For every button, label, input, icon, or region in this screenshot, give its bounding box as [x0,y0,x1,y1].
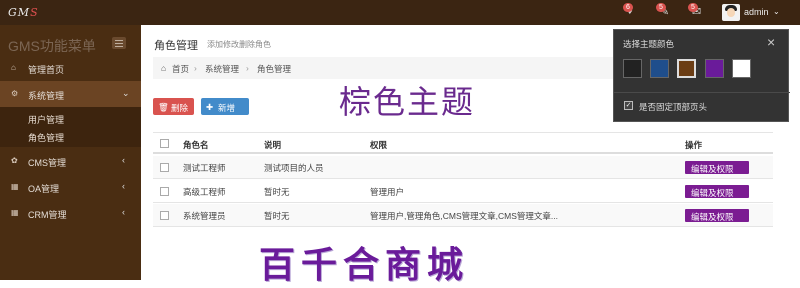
avatar[interactable] [722,4,740,21]
user-name[interactable]: admin [744,7,769,17]
theme-swatch-brown[interactable] [677,59,696,78]
sidebar-title: GMS功能菜单 [8,38,96,54]
sidebar-item-home[interactable]: ⌂ 管理首页 [0,55,141,81]
trash-icon: 🗑 [158,102,169,112]
plus-icon: ✚ [206,102,214,112]
sidebar-toggle-button[interactable] [112,37,126,49]
tasks-icon[interactable]: ✎ 5 [656,3,676,19]
notification-badge: 6 [623,3,633,12]
sidebar: GMS功能菜单 ⌂ 管理首页 ⚙ 系统管理 ⌄ 用户管理 角色管理 ✿ CMS管… [0,25,141,280]
sidebar-item-oa[interactable]: ▦ OA管理 ‹ [0,174,141,200]
top-navbar: GMS ♦6 ✎5 ✉5 admin ⌄ [0,0,800,25]
watermark: 百千合商城 [259,245,470,286]
bell-icon[interactable]: ♦6 [623,3,643,19]
theme-color-panel: 选择主题颜色 × ✓ 是否固定顶部页头 [613,29,790,122]
breadcrumb-roles: 角色管理 [257,64,292,74]
table-header: 角色名 说明 权限 操作 [153,132,773,154]
row-checkbox[interactable] [160,211,169,220]
page-title: 角色管理 [154,40,198,52]
mail-badge: 5 [688,3,698,12]
sidebar-item-crm[interactable]: ▦ CRM管理 ‹ [0,200,141,226]
leaf-icon: ✿ [11,156,18,165]
theme-swatch-blue[interactable] [650,59,669,78]
fixed-header-checkbox[interactable]: ✓ [624,101,633,110]
home-icon: ⌂ [161,63,167,73]
theme-swatch-purple[interactable] [705,59,724,78]
delete-button[interactable]: 🗑 删除 [153,98,194,115]
add-button[interactable]: ✚ 新增 [201,98,249,115]
fixed-header-label: 是否固定顶部页头 [639,102,708,112]
chevron-left-icon: ‹ [122,207,125,217]
app-logo[interactable]: GMS [8,6,39,19]
sitemap-icon: ▦ [11,182,19,191]
sidebar-submenu: 用户管理 角色管理 [0,107,141,147]
theme-swatch-black[interactable] [623,59,642,78]
gear-icon: ⚙ [11,89,19,98]
theme-swatch-white[interactable] [732,59,751,78]
select-all-checkbox[interactable] [160,139,169,148]
edit-permissions-button[interactable]: 编辑及权限 [685,185,749,198]
tasks-badge: 5 [656,3,666,12]
row-checkbox[interactable] [160,187,169,196]
table-row: 系统管理员 暂时无 管理用户,管理角色,CMS管理文章,CMS管理文章... 编… [153,204,773,227]
theme-panel-title: 选择主题颜色 [623,39,675,49]
home-icon: ⌂ [11,63,16,72]
breadcrumb-home[interactable]: 首页 [172,63,189,75]
edit-permissions-button[interactable]: 编辑及权限 [685,209,749,222]
breadcrumb-system[interactable]: 系统管理 [205,63,239,75]
sidebar-item-users[interactable]: 用户管理 [28,113,64,126]
table-icon: ▦ [11,208,19,217]
sidebar-item-cms[interactable]: ✿ CMS管理 ‹ [0,148,141,174]
chevron-down-icon[interactable]: ⌄ [773,7,780,16]
edit-permissions-button[interactable]: 编辑及权限 [685,161,749,174]
close-icon[interactable]: × [767,34,775,50]
sidebar-item-roles[interactable]: 角色管理 [28,131,64,144]
table-row: 测试工程师 测试项目的人员 编辑及权限 [153,156,773,179]
chevron-down-icon: ⌄ [122,88,130,98]
chevron-left-icon: ‹ [122,155,125,165]
row-checkbox[interactable] [160,163,169,172]
page-subtitle: 添加修改删除角色 [207,40,271,49]
sidebar-item-system[interactable]: ⚙ 系统管理 ⌄ [0,81,141,107]
table-row: 高级工程师 暂时无 管理用户 编辑及权限 [153,180,773,203]
theme-banner: 棕色主题 [339,83,476,121]
mail-icon[interactable]: ✉ 5 [688,3,708,19]
chevron-left-icon: ‹ [122,181,125,191]
